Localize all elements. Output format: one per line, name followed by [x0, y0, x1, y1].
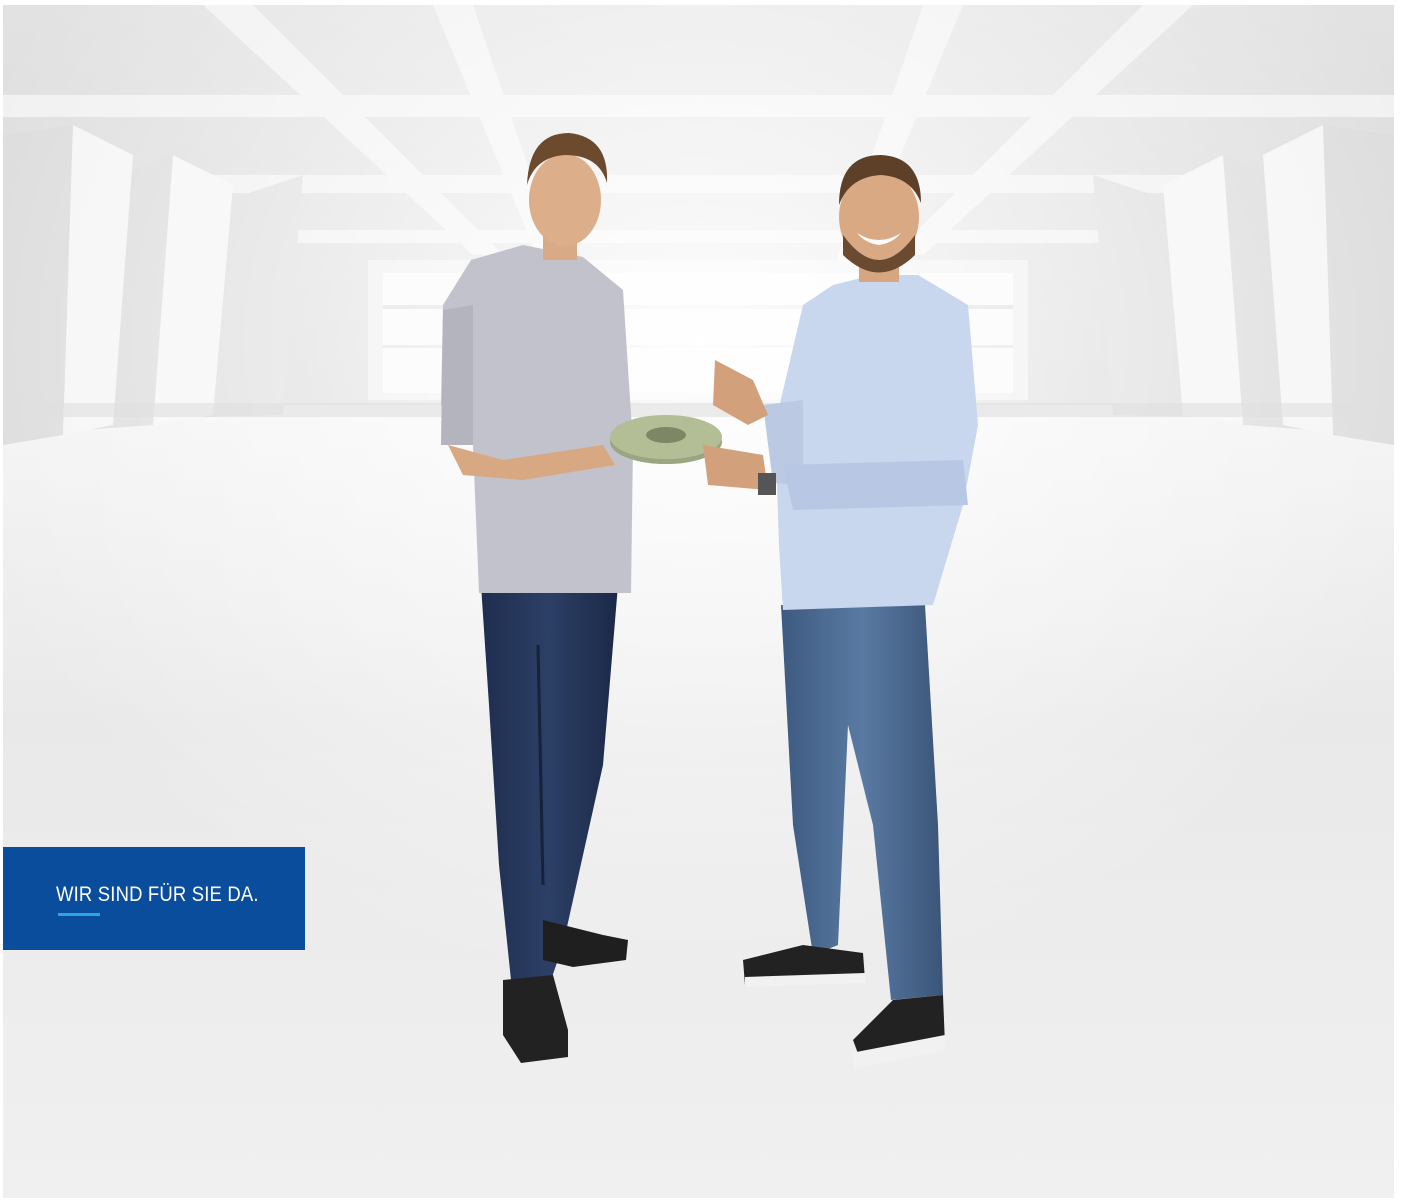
contact-cta-box[interactable]: WIR SIND FÜR SIE DA. [3, 847, 305, 950]
cta-accent-underline [58, 913, 100, 916]
cta-label[interactable]: WIR SIND FÜR SIE DA. [56, 883, 259, 907]
hero-stage: WIR SIND FÜR SIE DA. [0, 0, 1402, 1201]
warehouse-background-image [3, 5, 1394, 1198]
